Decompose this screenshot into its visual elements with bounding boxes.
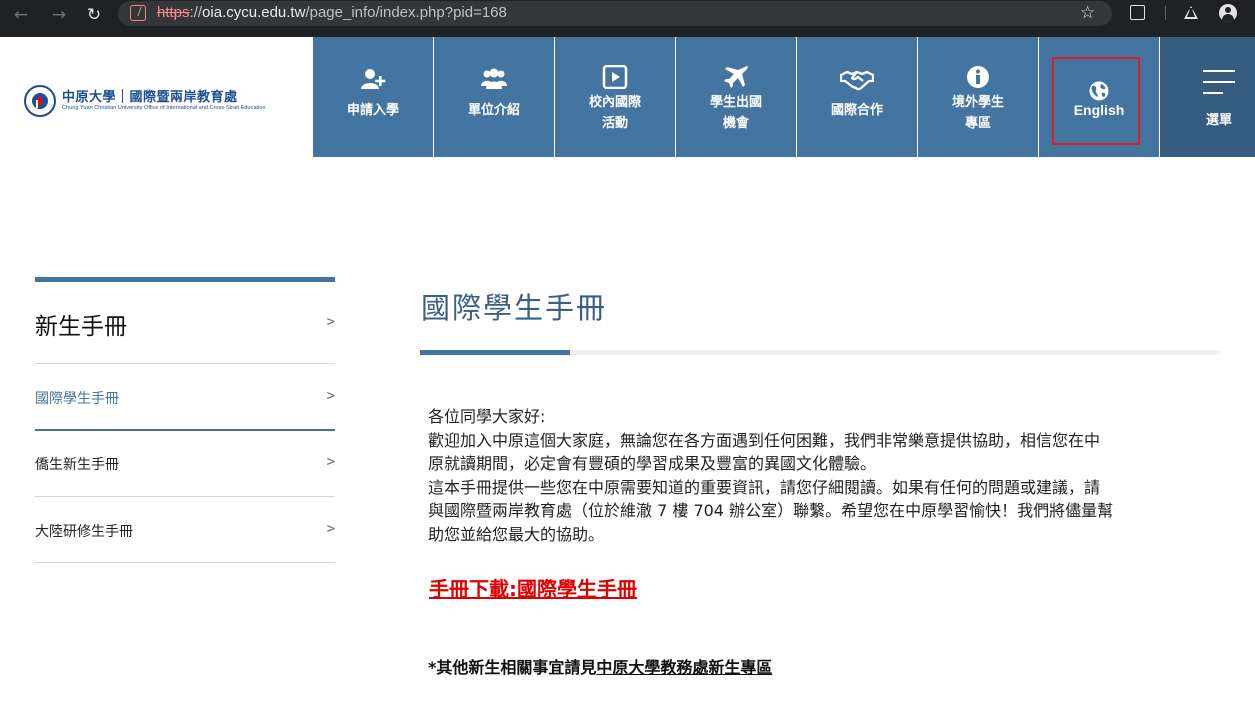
address-bar[interactable]: https://oia.cycu.edu.tw/page_info/index.… [118,1,1112,26]
back-arrow-icon[interactable]: ← [10,4,32,26]
not-secure-icon[interactable] [130,5,146,21]
browser-toolbar: ← → ↻ https://oia.cycu.edu.tw/page_info/… [0,0,1255,37]
menu-item-about[interactable]: 單位介紹 [434,37,554,157]
menu-item-campus-activities[interactable]: 校內國際 活動 [555,37,675,157]
menu-toggle-label: 選單 [1205,113,1232,128]
extensions-icon[interactable] [1130,5,1145,20]
airplane-icon [724,66,748,88]
title-underline [420,350,570,355]
intro-line: 各位同學大家好: [428,407,546,426]
menu-label: 國際合作 [830,103,883,118]
highlight-box [1052,57,1140,145]
divider [35,562,335,563]
intro-line: 歡迎加入中原這個大家庭，無論您在各方面遇到任何困難，我們非常樂意提供協助，相信您… [428,430,1101,450]
intro-text: 各位同學大家好: 歡迎加入中原這個大家庭，無論您在各方面遇到任何困難，我們非常樂… [428,405,1218,546]
sidebar-item-label: 國際學生手冊 [35,391,119,407]
note-text: *其他新生相關事宜請見中原大學教務處新生專區 [428,654,772,678]
menu-item-study-abroad[interactable]: 學生出國 機會 [676,37,796,157]
url-text[interactable]: https://oia.cycu.edu.tw/page_info/index.… [157,4,507,21]
site-header: 中原大學｜國際暨兩岸教育處 Chung Yuan Christian Unive… [0,37,1255,157]
chevron-right-icon: > [326,388,335,404]
intro-line: 助您並給您最大的協助。 [428,524,605,544]
sidebar-item-label: 僑生新生手冊 [35,457,119,473]
site-logo[interactable]: 中原大學｜國際暨兩岸教育處 Chung Yuan Christian Unive… [24,84,314,118]
main-menu: 申請入學 單位介紹 校內國際 活動 學生出國 機會 國際合作 境外學生 專區 E… [313,37,1255,157]
university-seal-icon [24,85,56,117]
menu-label-line2: 機會 [722,116,749,131]
menu-toggle-button[interactable]: 選單 [1160,37,1255,157]
menu-label: 校內國際 [588,95,641,110]
download-handbook-link[interactable]: 手冊下載:國際學生手冊 [429,573,637,602]
intro-line: 原就讀期間，必定會有豐碩的學習成果及豐富的異國文化體驗。 [428,454,877,473]
freshman-zone-link[interactable]: 中原大學教務處新生專區 [596,658,772,677]
hamburger-icon [1203,70,1235,94]
intro-line: 這本手冊提供一些您在中原需要知道的重要資訊，請您仔細閱讀。如果有任何的問題或建議… [428,477,1101,497]
url-separator: :// [189,4,203,21]
url-host: oia.cycu.edu.tw [202,4,306,21]
sidebar-item-mainland-handbook[interactable]: 大陸研修生手冊 > [35,497,335,563]
menu-label-line2: 活動 [601,116,628,131]
url-scheme: https [157,4,190,21]
labs-flask-icon[interactable] [1184,6,1198,19]
menu-label-line2: 專區 [964,116,991,131]
menu-label: 境外學生 [951,95,1004,110]
logo-name-en: Chung Yuan Christian University Office o… [62,105,266,111]
add-user-icon [361,69,386,89]
sidebar-item-intl-handbook[interactable]: 國際學生手冊 > [35,364,335,430]
chevron-right-icon: > [326,521,335,537]
menu-item-apply[interactable]: 申請入學 [313,37,433,157]
menu-label: 單位介紹 [467,103,520,118]
page-title: 國際學生手冊 [421,291,608,325]
logo-name-zh: 中原大學｜國際暨兩岸教育處 [62,90,238,105]
menu-item-cooperation[interactable]: 國際合作 [797,37,917,157]
chevron-right-icon: > [326,454,335,470]
menu-item-overseas-students[interactable]: 境外學生 專區 [918,37,1038,157]
forward-arrow-icon[interactable]: → [48,4,70,26]
play-icon [602,65,628,89]
profile-avatar-icon[interactable] [1219,4,1237,22]
sidebar-item-label: 大陸研修生手冊 [35,524,133,540]
menu-label: 申請入學 [346,103,399,118]
url-path: /page_info/index.php?pid=168 [305,4,507,21]
chevron-right-icon: > [326,314,335,330]
group-icon [481,68,507,89]
info-icon [967,66,989,88]
sidebar-top-bar [35,277,335,282]
note-prefix: *其他新生相關事宜請見 [428,658,597,677]
toolbar-divider [1165,6,1166,20]
sidebar-title: 新生手冊 [35,314,127,340]
menu-label: 學生出國 [709,95,762,110]
handshake-icon [840,70,874,91]
bookmark-star-icon[interactable]: ☆ [1080,3,1095,23]
sidebar-item-overseas-chinese-handbook[interactable]: 僑生新生手冊 > [35,430,335,496]
reload-icon[interactable]: ↻ [83,4,105,26]
intro-line: 與國際暨兩岸教育處（位於維澈 7 樓 704 辦公室）聯繫。希望您在中原學習愉快… [428,501,1114,520]
